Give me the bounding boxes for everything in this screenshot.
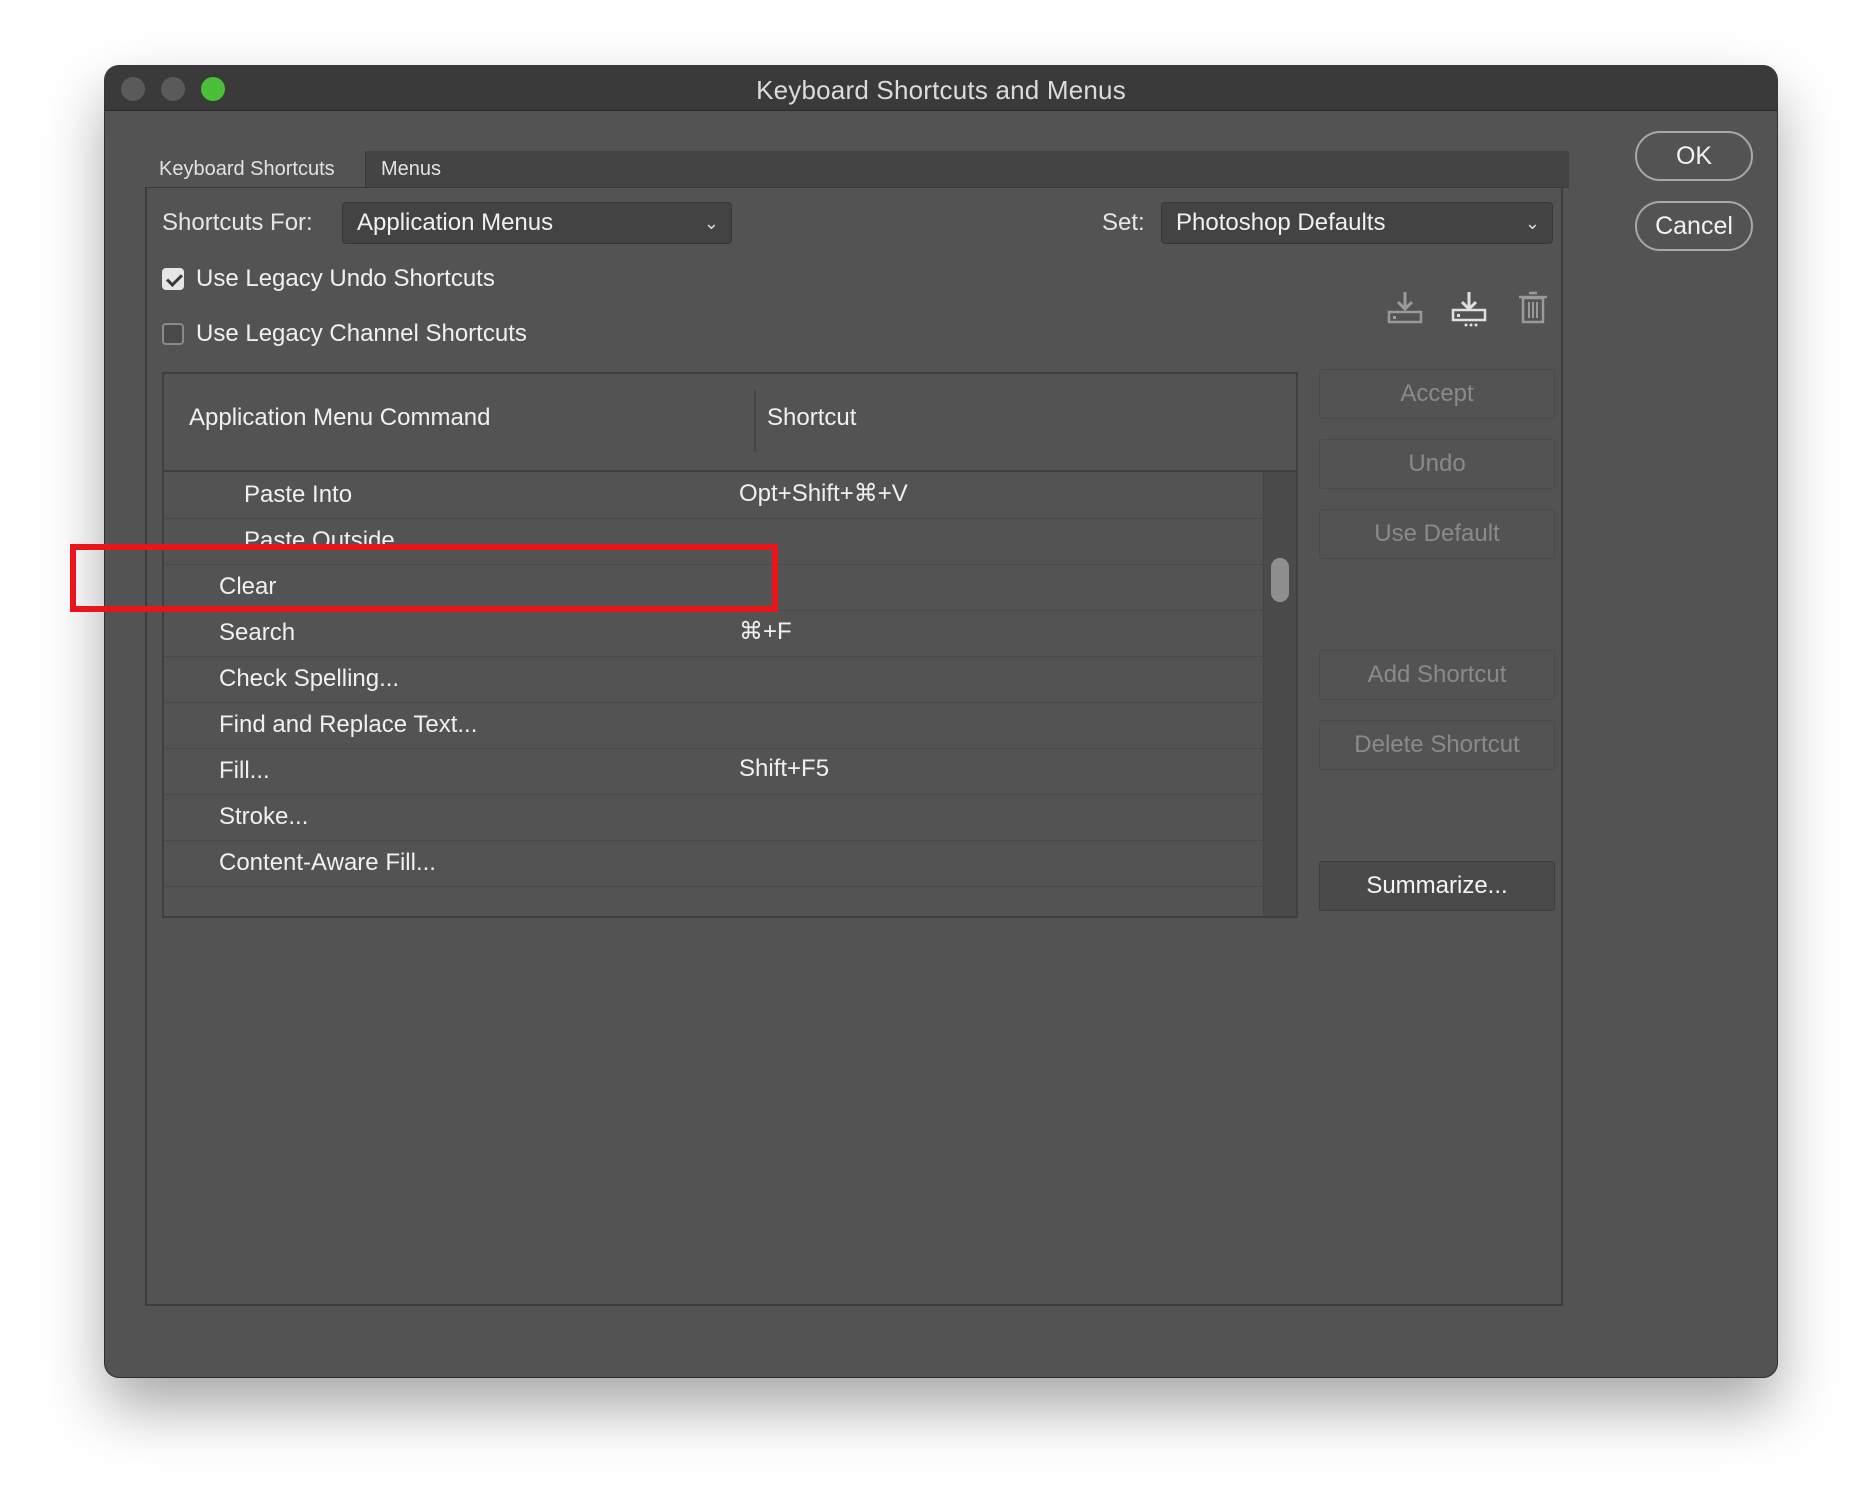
row-command: Find and Replace Text...: [219, 711, 478, 738]
legacy-channel-option[interactable]: Use Legacy Channel Shortcuts: [162, 319, 527, 349]
add-shortcut-button[interactable]: Add Shortcut: [1319, 650, 1555, 700]
table-row[interactable]: Paste Into Opt+Shift+⌘+V: [164, 473, 1266, 519]
table-row[interactable]: Check Spelling...: [164, 657, 1266, 703]
set-label: Set:: [1102, 209, 1145, 236]
save-set-icon[interactable]: [1385, 288, 1425, 328]
row-command: Clear: [219, 573, 277, 600]
cancel-button[interactable]: Cancel: [1635, 201, 1753, 251]
tab-menus[interactable]: Menus: [367, 151, 455, 187]
use-default-button[interactable]: Use Default: [1319, 509, 1555, 559]
row-command: Fill...: [219, 757, 270, 784]
table-row[interactable]: Stroke...: [164, 795, 1266, 841]
column-header-shortcut[interactable]: Shortcut: [767, 404, 856, 432]
column-divider[interactable]: [754, 390, 756, 452]
legacy-undo-checkbox[interactable]: [162, 268, 184, 290]
table-row[interactable]: Find and Replace Text...: [164, 703, 1266, 749]
legacy-channel-label: Use Legacy Channel Shortcuts: [196, 320, 527, 347]
scrollbar-thumb[interactable]: [1271, 558, 1289, 602]
row-command: Content-Aware Fill...: [219, 849, 436, 876]
set-value: Photoshop Defaults: [1176, 209, 1386, 236]
shortcut-list[interactable]: Paste Into Opt+Shift+⌘+V Paste Outside Clea…: [162, 472, 1298, 918]
table-header: Application Menu Command Shortcut: [162, 372, 1298, 472]
chevron-down-icon: ⌄: [703, 213, 719, 233]
ok-button[interactable]: OK: [1635, 131, 1753, 181]
table-row[interactable]: Search ⌘+F: [164, 611, 1266, 657]
window-title: Keyboard Shortcuts and Menus: [756, 75, 1126, 105]
legacy-channel-checkbox[interactable]: [162, 323, 184, 345]
row-shortcut[interactable]: Opt+Shift+⌘+V: [739, 479, 908, 508]
tab-bar: Keyboard Shortcuts Menus: [145, 151, 1569, 188]
row-command: Stroke...: [219, 803, 309, 830]
delete-shortcut-button[interactable]: Delete Shortcut: [1319, 720, 1555, 770]
summarize-button[interactable]: Summarize...: [1319, 861, 1555, 911]
title-bar: Keyboard Shortcuts and Menus: [105, 66, 1777, 111]
row-command: Paste Outside: [244, 527, 395, 554]
shortcuts-for-select[interactable]: Application Menus ⌄: [342, 202, 732, 244]
table-row[interactable]: Content-Aware Fill...: [164, 841, 1266, 887]
row-shortcut[interactable]: ⌘+F: [739, 617, 792, 646]
undo-button[interactable]: Undo: [1319, 439, 1555, 489]
table-row[interactable]: Fill... Shift+F5: [164, 749, 1266, 795]
row-command: Paste Into: [244, 481, 353, 508]
table-row[interactable]: Paste Outside: [164, 519, 1266, 565]
chevron-down-icon: ⌄: [1524, 213, 1540, 233]
scrollbar-track[interactable]: [1263, 472, 1296, 916]
accept-button[interactable]: Accept: [1319, 369, 1555, 419]
column-header-command[interactable]: Application Menu Command: [189, 404, 491, 432]
table-row[interactable]: Clear: [164, 565, 1266, 611]
delete-set-icon[interactable]: [1513, 288, 1553, 328]
shortcuts-for-label: Shortcuts For:: [162, 209, 313, 236]
legacy-undo-label: Use Legacy Undo Shortcuts: [196, 265, 495, 292]
row-command: Check Spelling...: [219, 665, 400, 692]
shortcuts-for-value: Application Menus: [357, 209, 554, 236]
save-set-as-icon[interactable]: [1449, 288, 1489, 328]
dialog-window: Keyboard Shortcuts and Menus Keyboard Sh…: [105, 66, 1777, 1377]
row-command: Search: [219, 619, 296, 646]
tab-keyboard-shortcuts[interactable]: Keyboard Shortcuts: [145, 151, 366, 187]
legacy-undo-option[interactable]: Use Legacy Undo Shortcuts: [162, 264, 495, 294]
row-shortcut[interactable]: Shift+F5: [739, 755, 829, 783]
set-select[interactable]: Photoshop Defaults ⌄: [1161, 202, 1553, 244]
